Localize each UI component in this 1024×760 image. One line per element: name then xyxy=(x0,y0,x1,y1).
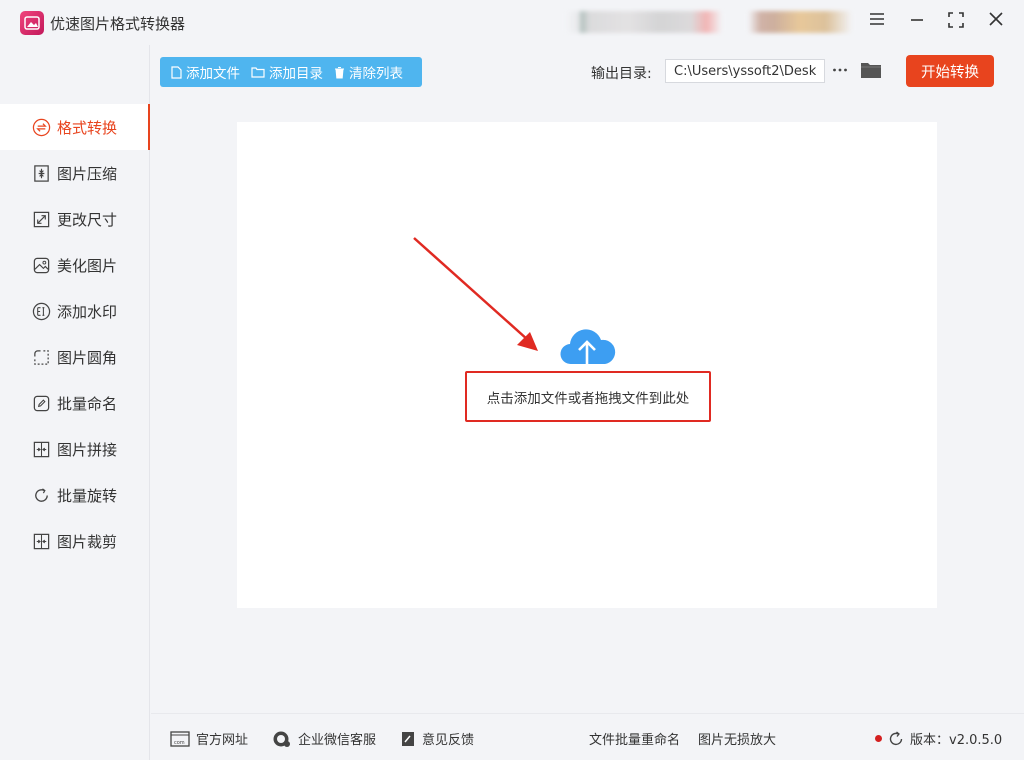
output-dir-field[interactable] xyxy=(665,59,825,83)
sidebar-item-label: 图片拼接 xyxy=(57,440,118,459)
sidebar-item-resize[interactable]: 更改尺寸 xyxy=(0,196,150,242)
trash-icon xyxy=(335,66,344,78)
app-title: 优速图片格式转换器 xyxy=(50,15,186,33)
compress-icon xyxy=(34,164,49,182)
sidebar: 格式转换 图片压缩 更改尺寸 美化图片 添加水印 图片圆角 批量命名 图片拼接 … xyxy=(0,45,150,760)
svg-text:com: com xyxy=(174,740,185,746)
rotate-icon xyxy=(35,487,48,502)
sidebar-item-label: 批量旋转 xyxy=(57,486,118,505)
maximize-icon[interactable] xyxy=(945,12,967,32)
website-icon: com xyxy=(170,730,190,747)
sidebar-item-compress[interactable]: 图片压缩 xyxy=(0,150,150,196)
file-icon xyxy=(171,65,182,79)
sidebar-item-label: 图片圆角 xyxy=(57,348,118,367)
footer-bar: com 官方网址 企业微信客服 意见反馈 文件批量重命名 图片无损放大 版本：v… xyxy=(151,713,1024,760)
open-folder-button[interactable] xyxy=(860,61,882,81)
blurred-user-info xyxy=(566,11,722,33)
refresh-icon[interactable] xyxy=(888,730,904,747)
blurred-user-avatar xyxy=(748,11,852,33)
crop-icon xyxy=(33,533,50,549)
sidebar-item-label: 添加水印 xyxy=(57,302,118,321)
watermark-icon xyxy=(32,302,51,320)
dropzone-hint: 点击添加文件或者拖拽文件到此处 xyxy=(486,390,690,407)
add-folder-button[interactable]: 添加目录 xyxy=(251,62,323,82)
sidebar-item-rotate[interactable]: 批量旋转 xyxy=(0,472,150,518)
sidebar-item-rounded-corner[interactable]: 图片圆角 xyxy=(0,334,150,380)
sidebar-item-stitch[interactable]: 图片拼接 xyxy=(0,426,150,472)
sidebar-item-label: 批量命名 xyxy=(57,394,118,413)
sidebar-item-label: 美化图片 xyxy=(57,256,118,275)
clear-list-button[interactable]: 清除列表 xyxy=(334,62,403,82)
beautify-icon xyxy=(33,257,50,273)
rounded-corner-icon xyxy=(34,349,49,365)
website-link[interactable]: com 官方网址 xyxy=(170,729,248,748)
sidebar-item-label: 图片裁剪 xyxy=(57,532,118,551)
file-toolbar: 添加文件 添加目录 清除列表 xyxy=(160,57,422,87)
sidebar-item-label: 图片压缩 xyxy=(57,164,118,183)
annotation-arrow xyxy=(413,237,538,351)
app-logo-icon xyxy=(20,11,44,35)
feedback-link[interactable]: 意见反馈 xyxy=(400,729,474,748)
ellipsis-icon xyxy=(833,68,847,72)
lossless-upscale-link[interactable]: 图片无损放大 xyxy=(698,729,776,748)
sidebar-item-watermark[interactable]: 添加水印 xyxy=(0,288,150,334)
dropzone-highlight-box: 点击添加文件或者拖拽文件到此处 xyxy=(465,371,711,422)
close-icon[interactable] xyxy=(985,12,1007,32)
folder-outline-icon xyxy=(251,67,265,78)
minimize-icon[interactable] xyxy=(906,12,928,32)
sidebar-item-beautify[interactable]: 美化图片 xyxy=(0,242,150,288)
batch-rename-link[interactable]: 文件批量重命名 xyxy=(589,729,680,748)
wechat-support-link[interactable]: 企业微信客服 xyxy=(272,729,376,748)
stitch-icon xyxy=(33,441,50,457)
more-options-button[interactable] xyxy=(832,60,848,80)
start-convert-button[interactable]: 开始转换 xyxy=(906,55,994,87)
resize-icon xyxy=(33,211,50,227)
title-bar: 优速图片格式转换器 xyxy=(0,0,1024,45)
add-file-button[interactable]: 添加文件 xyxy=(171,62,240,82)
version-info: 版本：v2.0.5.0 xyxy=(875,729,1002,748)
sidebar-item-crop[interactable]: 图片裁剪 xyxy=(0,518,150,564)
folder-icon xyxy=(861,63,881,78)
menu-icon[interactable] xyxy=(866,12,888,32)
feedback-icon xyxy=(402,731,414,746)
sidebar-item-rename[interactable]: 批量命名 xyxy=(0,380,150,426)
convert-icon xyxy=(32,118,51,136)
output-dir-label: 输出目录: xyxy=(591,66,652,82)
wechat-icon xyxy=(273,731,290,747)
update-dot xyxy=(875,735,882,742)
sidebar-item-format-convert[interactable]: 格式转换 xyxy=(0,104,150,150)
sidebar-item-label: 更改尺寸 xyxy=(57,210,118,229)
rename-icon xyxy=(33,395,50,411)
sidebar-item-label: 格式转换 xyxy=(57,118,118,137)
